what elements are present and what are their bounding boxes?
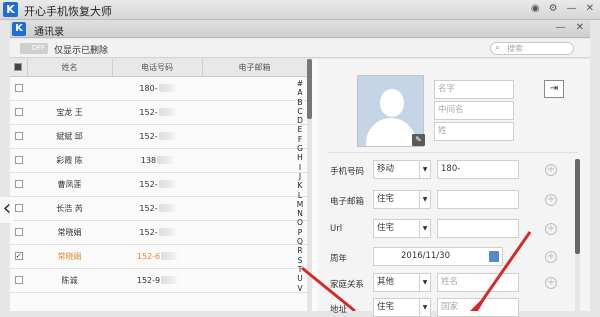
annotation-arrow-left xyxy=(301,266,356,311)
annotation-arrowhead xyxy=(470,291,490,311)
annotation-arrows xyxy=(301,231,532,311)
